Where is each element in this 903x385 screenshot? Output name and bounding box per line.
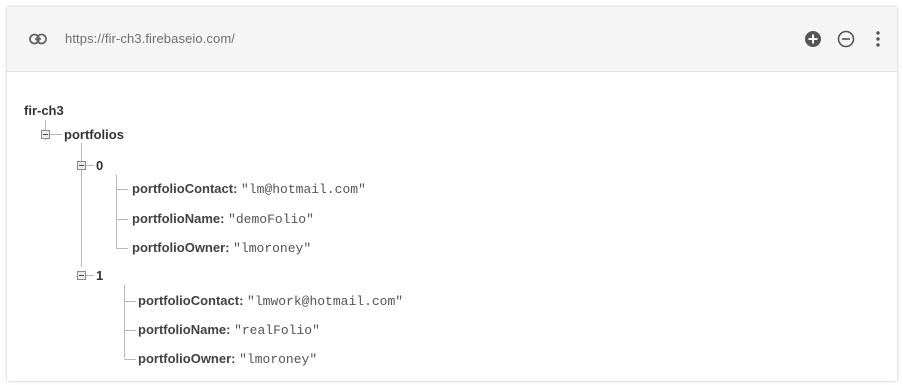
item-0-label[interactable]: 0: [96, 158, 103, 174]
tree-connector: [124, 301, 136, 302]
field-row[interactable]: portfolioOwner: "lmoroney": [132, 240, 311, 257]
field-key: portfolioOwner:: [132, 240, 230, 255]
tree-connector: [116, 248, 128, 249]
add-icon[interactable]: [803, 29, 823, 49]
field-key: portfolioContact:: [138, 293, 244, 308]
data-tree: fir-ch3 portfolios 0 portfolioContact: "…: [7, 71, 897, 381]
tree-connector: [86, 165, 94, 166]
tree-connector: [124, 359, 136, 360]
tree-connector: [124, 330, 136, 331]
field-value: "lm@hotmail.com": [241, 182, 366, 197]
collapse-toggle-portfolios[interactable]: [41, 130, 50, 139]
url-toolbar: https://fir-ch3.firebaseio.com/: [7, 7, 897, 72]
field-value: "demoFolio": [228, 212, 314, 227]
more-vert-icon[interactable]: [873, 29, 883, 49]
database-url[interactable]: https://fir-ch3.firebaseio.com/: [65, 31, 235, 46]
portfolios-node-label[interactable]: portfolios: [64, 127, 124, 143]
tree-connector: [116, 175, 117, 248]
tree-connector: [124, 285, 125, 358]
tree-connector: [45, 120, 46, 130]
field-key: portfolioContact:: [132, 181, 238, 196]
field-row[interactable]: portfolioContact: "lmwork@hotmail.com": [138, 293, 403, 310]
tree-connector: [86, 275, 94, 276]
field-key: portfolioName:: [138, 322, 231, 337]
tree-connector: [116, 189, 128, 190]
field-value: "lmwork@hotmail.com": [247, 294, 404, 309]
field-value: "realFolio": [234, 323, 320, 338]
collapse-toggle-item-0[interactable]: [77, 161, 86, 170]
link-icon: [29, 33, 47, 45]
field-row[interactable]: portfolioOwner: "lmoroney": [138, 351, 317, 368]
field-row[interactable]: portfolioContact: "lm@hotmail.com": [132, 181, 366, 198]
field-key: portfolioOwner:: [138, 351, 236, 366]
item-1-label[interactable]: 1: [96, 268, 103, 284]
field-value: "lmoroney": [233, 241, 312, 256]
collapse-toggle-item-1[interactable]: [77, 271, 86, 280]
field-value: "lmoroney": [239, 352, 318, 367]
field-row[interactable]: portfolioName: "realFolio": [138, 322, 320, 339]
tree-connector: [45, 139, 46, 140]
tree-connector: [116, 219, 128, 220]
remove-icon[interactable]: [836, 29, 856, 49]
tree-connector: [50, 134, 62, 135]
field-key: portfolioName:: [132, 211, 225, 226]
database-panel: https://fir-ch3.firebaseio.com/ fir-ch3 …: [7, 7, 897, 381]
field-row[interactable]: portfolioName: "demoFolio": [132, 211, 314, 228]
root-node-label[interactable]: fir-ch3: [24, 103, 64, 119]
